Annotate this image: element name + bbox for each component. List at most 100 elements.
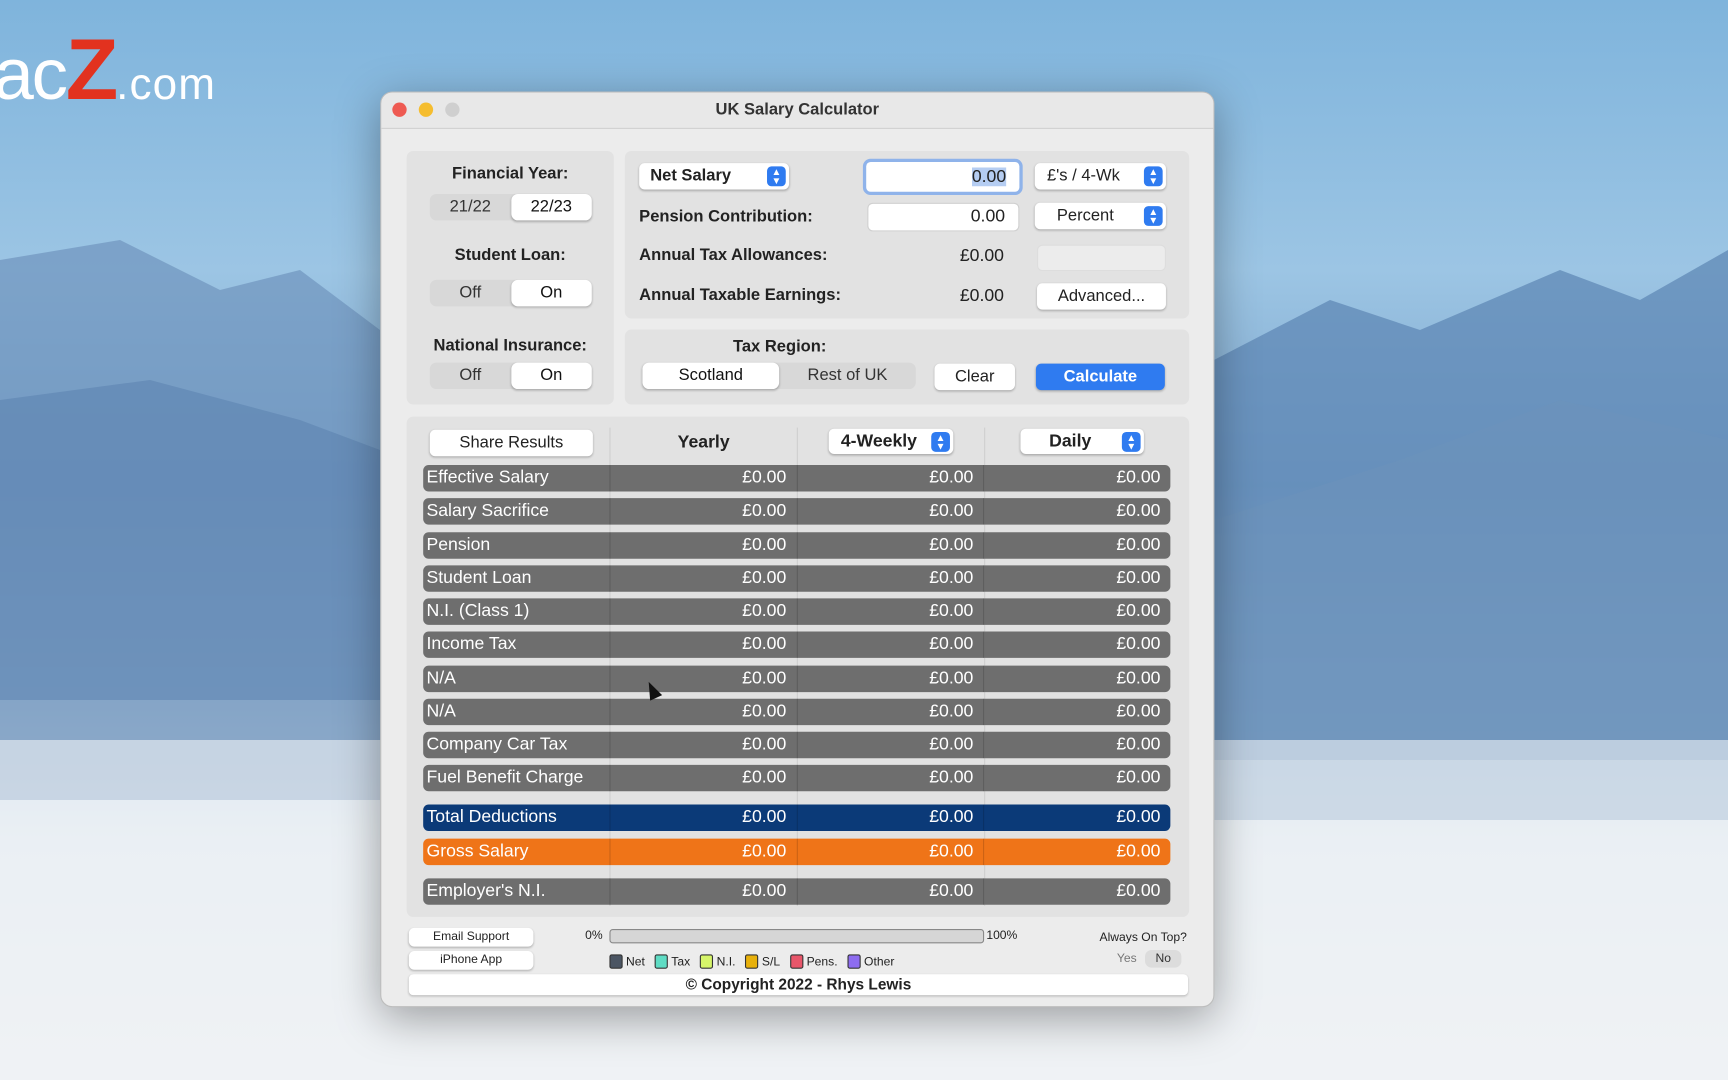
result-row: N.I. (Class 1) £0.00 £0.00 £0.00 [423, 598, 1171, 625]
financial-year-toggle[interactable]: 21/22 22/23 [429, 193, 592, 221]
row-label: Employer's N.I. [426, 881, 546, 901]
total-deductions-row: Total Deductions £0.00 £0.00 £0.00 [423, 804, 1171, 831]
row-value: £0.00 [796, 598, 983, 625]
always-on-top-toggle[interactable]: Yes No [1108, 949, 1182, 968]
ni-off[interactable]: Off [430, 363, 511, 389]
pension-unit-value: Percent [1056, 206, 1114, 225]
row-value: £0.00 [983, 465, 1170, 492]
watermark-logo: acZ.com [0, 20, 217, 118]
share-results-button[interactable]: Share Results [429, 429, 593, 457]
always-on-top-yes[interactable]: Yes [1109, 950, 1145, 968]
column-period-select-2[interactable]: 4-Weekly ▲ ▼ [828, 428, 954, 455]
breakdown-progress-bar [609, 929, 985, 944]
legend-item: Other [847, 954, 894, 969]
legend-item: Pens. [790, 954, 838, 969]
legend-item: Tax [654, 954, 690, 969]
student-loan-toggle[interactable]: Off On [429, 279, 592, 307]
row-value: £0.00 [983, 765, 1170, 792]
national-insurance-toggle[interactable]: Off On [429, 362, 592, 390]
row-value: £0.00 [983, 631, 1170, 659]
row-label: Student Loan [426, 568, 532, 588]
result-row: N/A £0.00 £0.00 £0.00 [423, 698, 1171, 725]
row-value: £0.00 [796, 631, 983, 659]
row-value: £0.00 [796, 765, 983, 792]
allowances-label: Annual Tax Allowances: [639, 245, 828, 265]
always-on-top-no[interactable]: No [1145, 949, 1182, 968]
column-period-select-3[interactable]: Daily ▲ ▼ [1020, 428, 1144, 455]
row-label: Company Car Tax [426, 735, 568, 754]
student-loan-label: Student Loan: [454, 245, 566, 265]
row-value: £0.00 [609, 631, 796, 659]
student-loan-on[interactable]: On [510, 279, 592, 307]
row-value: £0.00 [983, 665, 1170, 692]
advanced-button[interactable]: Advanced... [1037, 283, 1166, 310]
tax-region-toggle[interactable]: Scotland Rest of UK [642, 362, 916, 390]
row-label: Salary Sacrifice [426, 501, 549, 521]
clear-button[interactable]: Clear [934, 363, 1015, 391]
chevron-updown-icon: ▲ ▼ [931, 431, 950, 452]
row-value: £0.00 [796, 838, 983, 866]
row-value: £0.00 [983, 531, 1170, 559]
copyright-text: © Copyright 2022 - Rhys Lewis [685, 975, 912, 993]
iphone-app-button[interactable]: iPhone App [408, 951, 534, 970]
email-support-button[interactable]: Email Support [408, 927, 534, 947]
close-button[interactable] [392, 102, 407, 117]
copyright-bar: © Copyright 2022 - Rhys Lewis [408, 974, 1188, 996]
chevron-updown-icon: ▲ ▼ [1143, 166, 1163, 187]
tax-region-label: Tax Region: [732, 337, 827, 356]
result-row: Fuel Benefit Charge £0.00 £0.00 £0.00 [423, 765, 1171, 792]
row-value: £0.00 [796, 498, 983, 525]
calculate-button[interactable]: Calculate [1035, 363, 1165, 391]
year-option-22-23[interactable]: 22/23 [510, 193, 592, 221]
allowances-blank-field [1037, 244, 1166, 272]
year-option-21-22[interactable]: 21/22 [430, 194, 511, 220]
row-value: £0.00 [983, 698, 1170, 725]
result-row: N/A £0.00 £0.00 £0.00 [423, 665, 1171, 692]
salary-period-select[interactable]: £'s / 4-Wk ▲ ▼ [1034, 163, 1166, 190]
result-row: Salary Sacrifice £0.00 £0.00 £0.00 [423, 498, 1171, 525]
row-value: £0.00 [983, 878, 1170, 905]
row-value: £0.00 [609, 465, 796, 492]
row-label: N.I. (Class 1) [426, 601, 530, 621]
row-value: £0.00 [609, 731, 796, 759]
region-rest-of-uk[interactable]: Rest of UK [779, 363, 916, 389]
row-value: £0.00 [609, 698, 796, 725]
title-bar: UK Salary Calculator [381, 92, 1214, 129]
column-header-yearly: Yearly [677, 433, 730, 452]
row-value: £0.00 [796, 731, 983, 759]
employers-ni-row: Employer's N.I. £0.00 £0.00 £0.00 [423, 878, 1171, 905]
legend-item: S/L [745, 954, 780, 969]
row-value: £0.00 [983, 804, 1170, 831]
row-label: Fuel Benefit Charge [426, 768, 584, 788]
chevron-updown-icon: ▲ ▼ [767, 166, 786, 187]
window-title: UK Salary Calculator [715, 100, 880, 120]
row-value: £0.00 [796, 565, 983, 592]
row-value: £0.00 [983, 498, 1170, 525]
pension-unit-select[interactable]: Percent ▲ ▼ [1034, 202, 1166, 230]
salary-type-value: Net Salary [650, 166, 732, 186]
row-value: £0.00 [609, 498, 796, 525]
row-label: Income Tax [426, 635, 517, 654]
legend-item: Net [609, 954, 645, 969]
region-scotland[interactable]: Scotland [642, 362, 780, 390]
progress-min-label: 0% [585, 929, 603, 943]
result-row: Income Tax £0.00 £0.00 £0.00 [423, 631, 1171, 659]
salary-input[interactable]: 0.00 [866, 161, 1020, 192]
row-label: Gross Salary [426, 841, 529, 861]
legend-swatch [609, 954, 623, 969]
salary-type-select[interactable]: Net Salary ▲ ▼ [639, 163, 790, 190]
minimize-button[interactable] [418, 102, 434, 117]
legend-item: N.I. [700, 954, 735, 969]
gross-salary-row: Gross Salary £0.00 £0.00 £0.00 [423, 838, 1171, 866]
financial-year-label: Financial Year: [452, 164, 569, 183]
row-value: £0.00 [796, 665, 983, 692]
zoom-button[interactable] [445, 102, 460, 117]
chevron-updown-icon: ▲ ▼ [1121, 431, 1141, 452]
pension-input[interactable]: 0.00 [868, 203, 1019, 231]
row-label: N/A [426, 701, 456, 721]
student-loan-off[interactable]: Off [430, 280, 511, 306]
ni-on[interactable]: On [510, 362, 592, 390]
row-value: £0.00 [796, 531, 983, 559]
row-value: £0.00 [796, 465, 983, 492]
legend-swatch [847, 954, 861, 969]
